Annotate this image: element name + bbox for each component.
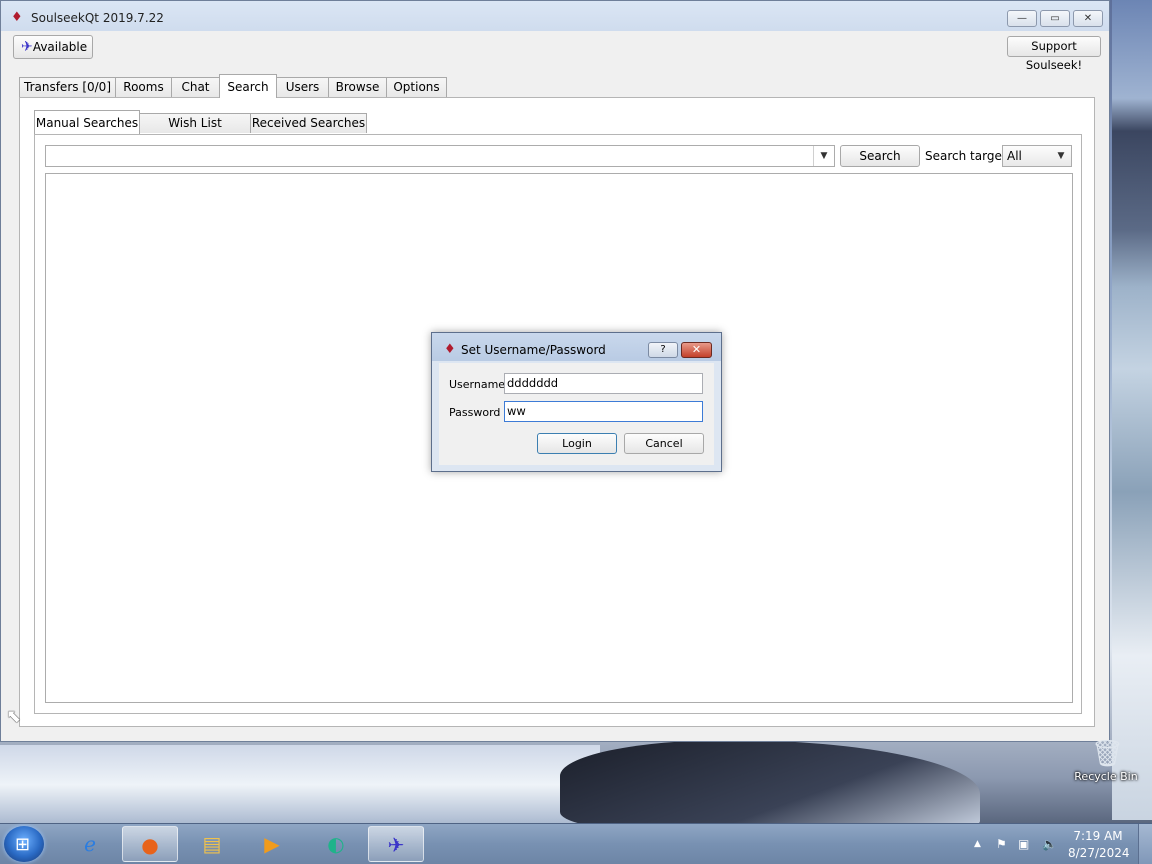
internet-explorer-icon[interactable]: ℯ [62,826,118,862]
system-tray: ▲ ⚑ ▣ 🔈 7:19 AM 8/27/2024 [968,824,1152,864]
dialog-body: Username ddddddd Password ww Login Cance… [439,363,714,465]
wallpaper-edge [1112,0,1152,820]
tab-chat[interactable]: Chat [171,77,220,97]
wallpaper-rock [560,740,980,830]
status-available-button[interactable]: ✈ Available [13,35,93,59]
taskbar: ⊞ ℯ ● ▤ ▶ ◐ ✈ ▲ ⚑ ▣ 🔈 7:19 AM 8/27/2024 [0,823,1152,864]
soulseek-app-icon: ♦ [444,342,456,357]
window-title: SoulseekQt 2019.7.22 [31,11,164,25]
recycle-bin[interactable]: 🗑 Recycle Bin [1066,738,1146,798]
tab-received-searches[interactable]: Received Searches [250,113,367,133]
chat-app-icon[interactable]: ◐ [308,826,364,862]
windows-logo-icon: ⊞ [15,834,31,855]
tab-search[interactable]: Search [219,74,277,98]
search-button[interactable]: Search [840,145,920,167]
tab-transfers[interactable]: Transfers [0/0] [19,77,116,97]
start-button[interactable]: ⊞ [4,826,44,862]
clock-date[interactable]: 8/27/2024 [1068,846,1130,860]
file-explorer-icon[interactable]: ▤ [184,826,240,862]
firefox-icon[interactable]: ● [122,826,178,862]
recycle-bin-label: Recycle Bin [1074,770,1138,783]
dialog-title: Set Username/Password [461,343,606,357]
tab-options[interactable]: Options [386,77,447,97]
login-button[interactable]: Login [537,433,617,454]
search-query-input[interactable]: ▼ [45,145,835,167]
search-target-label: Search target: [925,149,1011,163]
help-button[interactable]: ? [648,342,678,358]
tab-users[interactable]: Users [276,77,329,97]
wallpaper-ice [0,745,600,825]
tab-manual-searches[interactable]: Manual Searches [34,110,140,134]
chevron-down-icon[interactable]: ▼ [813,146,834,166]
close-button[interactable]: ✕ [1073,10,1103,27]
username-field[interactable]: ddddddd [504,373,703,394]
show-desktop-button[interactable] [1138,824,1152,864]
status-label: Available [32,40,88,54]
title-bar[interactable]: ♦ SoulseekQt 2019.7.22 — ▭ ✕ [1,1,1109,33]
soulseek-app-icon: ♦ [11,10,23,25]
soulseek-bird-icon: ✈ [21,39,33,55]
soulseek-taskbar-icon[interactable]: ✈ [368,826,424,862]
action-center-flag-icon[interactable]: ⚑ [996,837,1007,851]
support-soulseek-button[interactable]: Support Soulseek! [1007,36,1101,72]
volume-muted-icon[interactable]: 🔈 [1042,837,1057,851]
password-label: Password [449,406,501,419]
login-dialog: ♦ Set Username/Password ? ✕ Username ddd… [431,332,722,472]
media-player-icon[interactable]: ▶ [244,826,300,862]
tray-expand-icon[interactable]: ▲ [974,839,981,849]
dialog-close-button[interactable]: ✕ [681,342,712,358]
username-label: Username [449,378,506,391]
clock-time[interactable]: 7:19 AM [1068,829,1128,843]
tab-rooms[interactable]: Rooms [115,77,172,97]
mouse-cursor-icon: ⬉ [6,706,22,727]
search-target-select[interactable]: All ▼ [1002,145,1072,167]
password-field[interactable]: ww [504,401,703,422]
tab-wish-list-searches[interactable]: Wish List Searches [139,113,251,149]
chevron-down-icon: ▼ [1057,151,1065,161]
maximize-button[interactable]: ▭ [1040,10,1070,27]
network-icon[interactable]: ▣ [1018,837,1029,851]
minimize-button[interactable]: — [1007,10,1037,27]
search-target-value: All [1007,149,1022,163]
recycle-bin-icon: 🗑 [1091,739,1125,769]
tab-browse[interactable]: Browse [328,77,387,97]
cancel-button[interactable]: Cancel [624,433,704,454]
